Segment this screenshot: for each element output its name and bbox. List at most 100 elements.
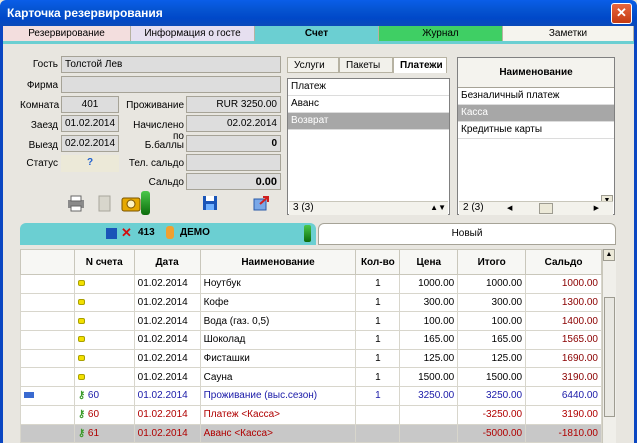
list-item[interactable]: Платеж	[288, 79, 449, 96]
bonus-label: Б.баллы	[144, 140, 184, 151]
checkout-field[interactable]: 02.02.2014	[61, 135, 119, 152]
list-item[interactable]: Безналичный платеж	[458, 88, 614, 105]
tab-guest-info[interactable]: Информация о госте	[131, 26, 255, 41]
account-tab-active[interactable]: ✕ 413 ДЕМО	[20, 223, 316, 245]
cell-account: 60	[87, 390, 100, 402]
table-row[interactable]: ⚷ 60 01.02.2014 Проживание (выс.сезон) 1…	[20, 386, 602, 406]
cell-account: 60	[87, 409, 100, 421]
cell-total: 1500.00	[457, 367, 527, 388]
cell-name: Вода (газ. 0,5)	[199, 311, 357, 332]
header-saldo[interactable]: Сальдо	[525, 249, 602, 275]
battery-icon	[304, 225, 311, 242]
cell-date: 01.02.2014	[133, 423, 201, 443]
cell-date: 01.02.2014	[133, 274, 201, 294]
header-price[interactable]: Цена	[399, 249, 459, 275]
phone-saldo-field[interactable]	[186, 154, 281, 171]
list-item[interactable]: Кредитные карты	[458, 122, 614, 139]
row-icon-cell	[20, 330, 75, 350]
cell-date: 01.02.2014	[133, 311, 201, 332]
room-field[interactable]: 401	[61, 96, 119, 113]
scroll-right-icon[interactable]: ▶	[594, 204, 599, 212]
item-icon	[77, 299, 85, 306]
cell-price: 165.00	[399, 330, 459, 350]
table-row[interactable]: 01.02.2014 Сауна 1 1500.00 1500.00 3190.…	[20, 367, 602, 388]
row-icon-cell	[20, 404, 75, 425]
accrued-field[interactable]: 02.02.2014	[186, 115, 281, 132]
cell-total: 100.00	[457, 311, 527, 332]
table-row-selected[interactable]: ⚷ 61 01.02.2014 Аванс <Касса> -5000.00 -…	[20, 423, 602, 443]
cell-saldo: 3190.00	[525, 367, 602, 388]
table-row[interactable]: ⚷ 60 01.02.2014 Платеж <Касса> -3250.00 …	[20, 404, 602, 425]
header-name[interactable]: Наименование	[199, 249, 357, 275]
list-item[interactable]: Аванс	[288, 96, 449, 113]
table-row[interactable]: 01.02.2014 Фисташки 1 125.00 125.00 1690…	[20, 348, 602, 369]
firm-field[interactable]	[61, 76, 281, 93]
tab-reservation[interactable]: Резервирование	[3, 26, 131, 41]
cell-price: 300.00	[399, 292, 459, 313]
cell-total: -5000.00	[457, 423, 527, 443]
header-date[interactable]: Дата	[133, 249, 201, 275]
scroll-up-icon[interactable]: ▲	[603, 249, 615, 261]
scroll-thumb[interactable]	[604, 297, 615, 417]
tab-account[interactable]: Счет	[255, 26, 379, 41]
save-icon[interactable]	[106, 228, 117, 239]
list-item-selected[interactable]: Возврат	[288, 113, 449, 130]
table-row[interactable]: 01.02.2014 Шоколад 1 165.00 165.00 1565.…	[20, 330, 602, 350]
cell-saldo: 6440.00	[525, 386, 602, 406]
header-total[interactable]: Итого	[457, 249, 527, 275]
saldo-label: Сальдо	[148, 177, 184, 188]
cell-qty: 1	[355, 330, 401, 350]
scroll-thumb[interactable]	[539, 203, 553, 214]
subtab-payments[interactable]: Платежи	[393, 57, 447, 73]
status-help-icon[interactable]: ?	[61, 155, 119, 172]
table-row[interactable]: 01.02.2014 Ноутбук 1 1000.00 1000.00 100…	[20, 274, 602, 294]
header-icon-col	[20, 249, 75, 275]
key-icon: ⚷	[77, 427, 86, 439]
cell-qty: 1	[355, 367, 401, 388]
grid-scrollbar[interactable]: ▲	[602, 249, 616, 443]
tab-notes[interactable]: Заметки	[503, 26, 634, 41]
row-icon-cell	[20, 274, 75, 294]
table-row[interactable]: 01.02.2014 Кофе 1 300.00 300.00 1300.00	[20, 292, 602, 313]
bonus-field[interactable]: 0	[186, 135, 281, 152]
bed-icon	[24, 392, 34, 399]
checkin-field[interactable]: 01.02.2014	[61, 115, 119, 132]
phone-icon[interactable]	[119, 194, 142, 214]
scroll-left-icon[interactable]: ◀	[507, 204, 512, 212]
cell-price	[399, 404, 459, 425]
cell-saldo: 1300.00	[525, 292, 602, 313]
close-button[interactable]: ✕	[611, 3, 632, 24]
save-icon[interactable]	[198, 194, 221, 214]
delete-icon[interactable]: ✕	[121, 225, 132, 241]
stay-field[interactable]: RUR 3250.00	[186, 96, 281, 113]
subtab-packages[interactable]: Пакеты	[339, 57, 393, 73]
cell-name: Ноутбук	[199, 274, 357, 294]
cell-date: 01.02.2014	[133, 348, 201, 369]
account-tab-new[interactable]: Новый	[318, 223, 616, 245]
document-icon[interactable]	[92, 194, 115, 214]
cell-name: Аванс <Касса>	[199, 423, 357, 443]
list-item-selected[interactable]: Касса	[458, 105, 614, 122]
cell-name: Кофе	[199, 292, 357, 313]
saldo-field: 0.00	[186, 173, 281, 190]
cell-qty: 1	[355, 292, 401, 313]
guest-field[interactable]: Толстой Лев	[61, 56, 281, 73]
cell-total: 165.00	[457, 330, 527, 350]
export-icon[interactable]	[249, 194, 272, 214]
cell-name: Фисташки	[199, 348, 357, 369]
row-icon-cell	[20, 348, 75, 369]
cell-date: 01.02.2014	[133, 330, 201, 350]
printer-icon[interactable]	[64, 194, 87, 214]
cell-price: 100.00	[399, 311, 459, 332]
cell-name: Проживание (выс.сезон)	[199, 386, 357, 406]
header-qty[interactable]: Кол-во	[355, 249, 401, 275]
table-row[interactable]: 01.02.2014 Вода (газ. 0,5) 1 100.00 100.…	[20, 311, 602, 332]
cell-total: 300.00	[457, 292, 527, 313]
scroll-arrows-icon[interactable]: ▲▼	[430, 203, 446, 212]
subtab-services[interactable]: Услуги	[287, 57, 339, 73]
header-account[interactable]: N счета	[73, 249, 135, 275]
tab-journal[interactable]: Журнал	[379, 26, 503, 41]
cell-name: Сауна	[199, 367, 357, 388]
cell-date: 01.02.2014	[133, 367, 201, 388]
window-title: Карточка резервирования	[7, 6, 163, 20]
